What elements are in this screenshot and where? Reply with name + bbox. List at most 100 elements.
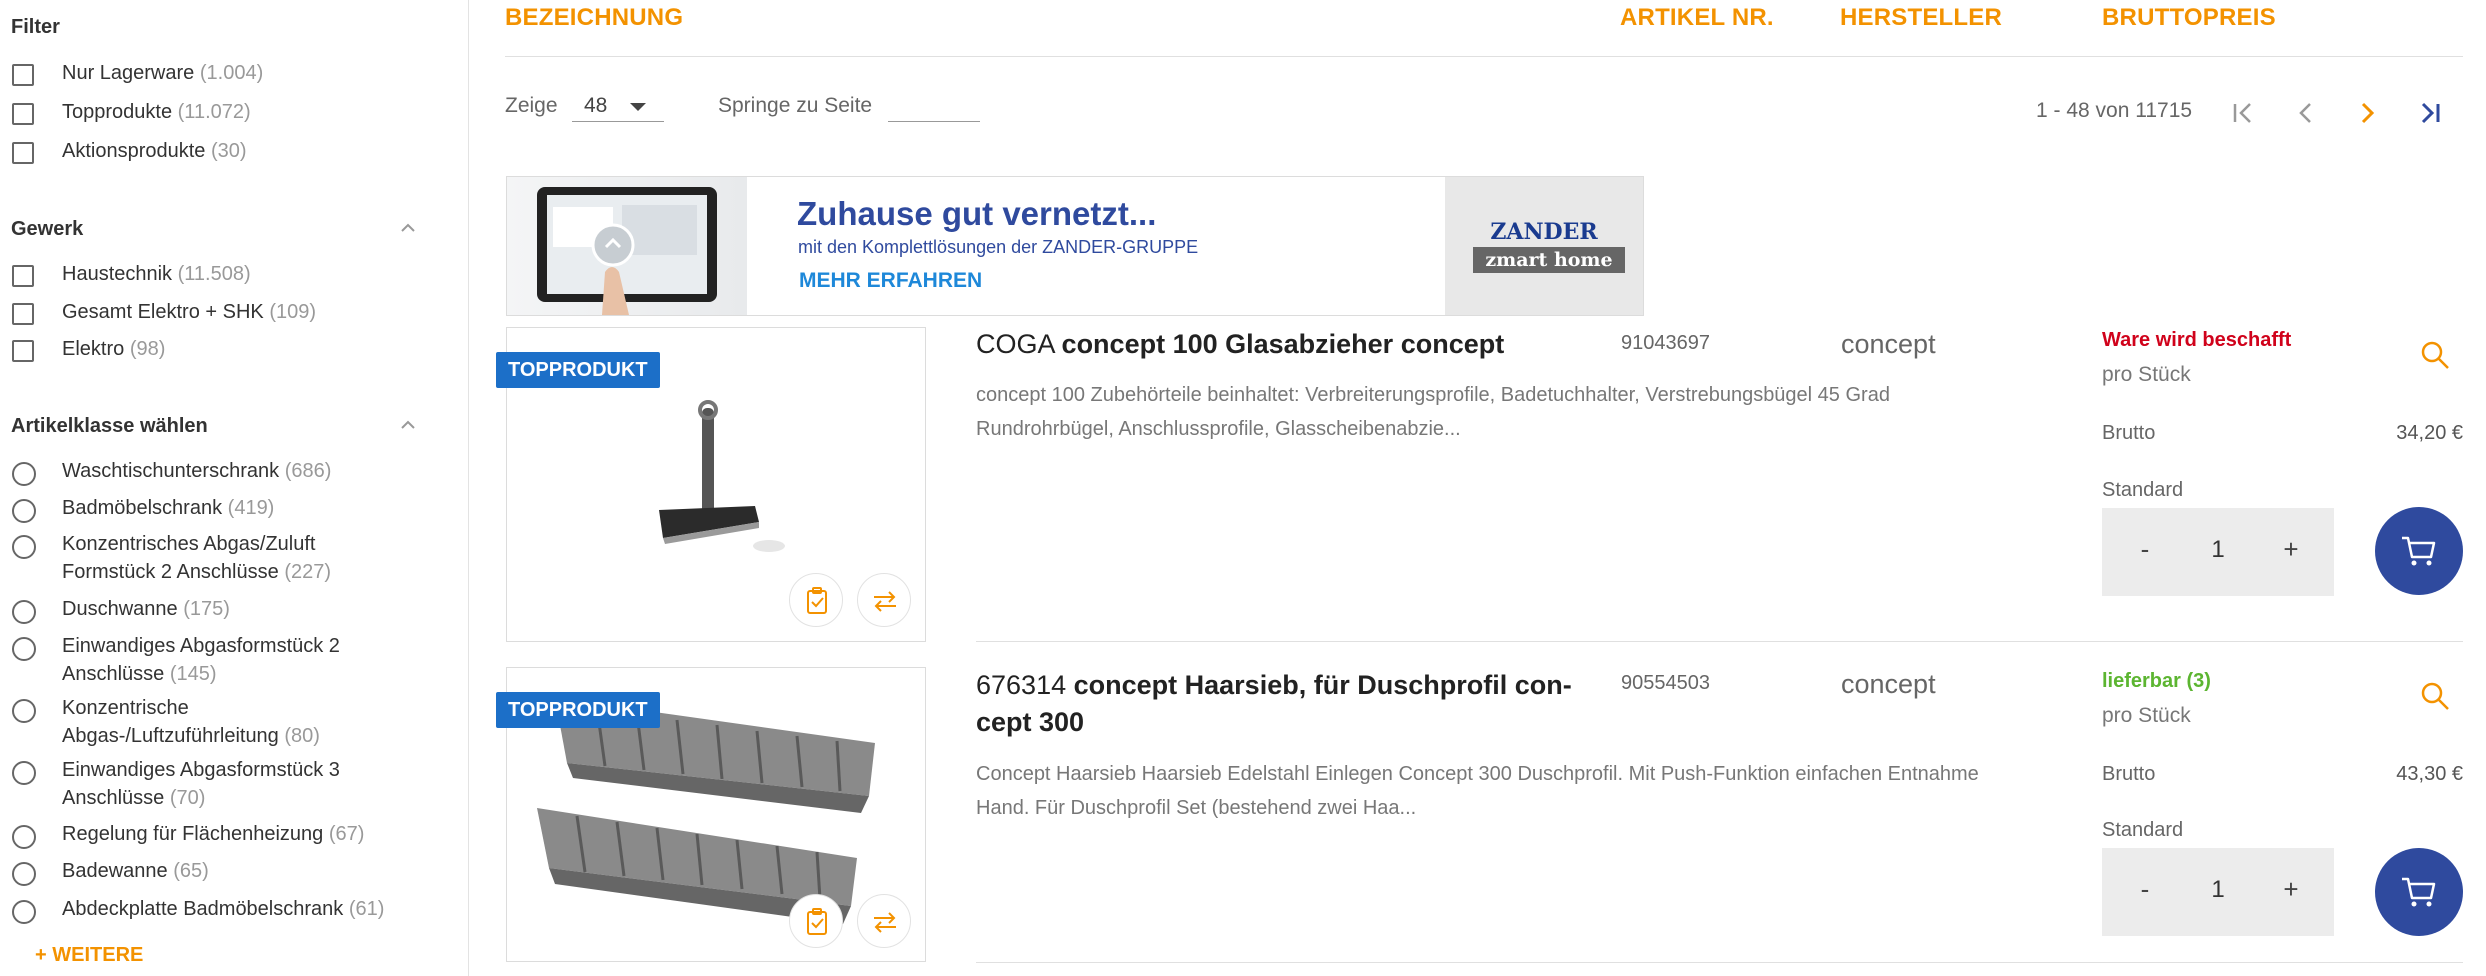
filter-label: Abdeckplatte Badmöbelschrank (62, 898, 344, 920)
filter-count: (80) (284, 725, 320, 747)
banner-cta-link[interactable]: MEHR ERFAHREN (799, 269, 982, 293)
radio-button[interactable] (12, 699, 36, 723)
filter-sidebar: Filter Nur Lagerware (1.004) Topprodukte… (0, 0, 469, 976)
add-to-list-button[interactable] (789, 573, 843, 627)
standard-label: Standard (2102, 819, 2184, 841)
filter-label: Aktionsprodukte (62, 140, 206, 162)
compare-button[interactable] (857, 894, 911, 948)
filter-count: (109) (269, 301, 317, 323)
product-title[interactable]: COGA concept 100 Glasabzieher concept (976, 326, 1586, 363)
product-description: Concept Haarsieb Haarsieb Edelstahl Einl… (976, 763, 1979, 819)
manufacturer: concept (1841, 669, 1936, 699)
filter-count: (11.508) (177, 263, 251, 285)
unit-label: pro Stück (2102, 704, 2191, 727)
banner-image (507, 177, 747, 315)
compare-arrows-icon (874, 591, 896, 612)
show-label: Zeige (505, 94, 558, 117)
quantity-stepper[interactable]: - 1 + (2102, 508, 2334, 596)
radio-button[interactable] (12, 862, 36, 886)
filter-label: Haustechnik (62, 263, 173, 285)
add-to-cart-button[interactable] (2375, 507, 2463, 595)
compare-arrows-icon (874, 912, 896, 933)
filter-count: (145) (169, 663, 217, 685)
availability-status: Ware wird beschafft (2102, 329, 2292, 351)
filter-label: Regelung für Flächenheizung (62, 823, 324, 845)
qty-value[interactable]: 1 (2182, 876, 2254, 904)
clipboard-check-icon (807, 587, 827, 614)
product-description: concept 100 Zubehörteile beinhaltet: Ver… (976, 384, 1890, 440)
radio-button[interactable] (12, 900, 36, 924)
artikelklasse-section-title: Artikelklasse wählen (11, 415, 208, 437)
chevron-up-icon[interactable] (400, 417, 416, 433)
filter-label: Badewanne (62, 860, 168, 882)
more-filters-link[interactable]: + WEITERE (35, 944, 143, 967)
filter-count: (686) (284, 460, 332, 482)
quantity-stepper[interactable]: - 1 + (2102, 848, 2334, 936)
radio-button[interactable] (12, 462, 36, 486)
filter-label: Gesamt Elektro + SHK (62, 301, 264, 323)
price: 34,20 € (2396, 422, 2463, 444)
search-icon[interactable] (2418, 338, 2452, 372)
topprodukt-badge: TOPPRODUKT (496, 352, 660, 388)
filter-count: (1.004) (199, 62, 264, 84)
first-page-icon[interactable] (2226, 96, 2260, 130)
prev-page-icon[interactable] (2289, 96, 2323, 130)
add-to-list-button[interactable] (789, 894, 843, 948)
topprodukt-badge: TOPPRODUKT (496, 692, 660, 728)
promo-banner[interactable]: Zuhause gut vernetzt... mit den Komplett… (506, 176, 1644, 316)
price: 43,30 € (2396, 763, 2463, 785)
jump-to-page-input[interactable] (888, 90, 980, 122)
header-artikel-nr[interactable]: ARTIKEL NR. (1620, 4, 1774, 32)
qty-decrease-button[interactable]: - (2125, 874, 2165, 905)
radio-button[interactable] (12, 825, 36, 849)
filter-label: Badmöbelschrank (62, 497, 223, 519)
filter-label: Waschtischunterschrank (62, 460, 280, 482)
qty-increase-button[interactable]: + (2271, 534, 2311, 565)
radio-button[interactable] (12, 637, 36, 661)
divider (976, 641, 2463, 642)
checkbox[interactable] (12, 103, 34, 125)
filter-label: Duschwanne (62, 598, 178, 620)
divider (505, 56, 2463, 57)
checkbox[interactable] (12, 142, 34, 164)
chevron-up-icon[interactable] (400, 220, 416, 236)
brutto-label: Brutto (2102, 763, 2156, 785)
filter-count: (67) (328, 823, 365, 845)
compare-button[interactable] (857, 573, 911, 627)
product-title-main: concept Haarsieb, für Duschprofil con-ce… (976, 670, 1572, 737)
next-page-icon[interactable] (2350, 96, 2384, 130)
filter-count: (419) (227, 497, 275, 519)
checkbox[interactable] (12, 64, 34, 86)
filter-count: (11.072) (177, 101, 251, 123)
qty-increase-button[interactable]: + (2271, 874, 2311, 905)
qty-decrease-button[interactable]: - (2125, 534, 2165, 565)
page-size-select[interactable]: 48 (572, 88, 664, 122)
cart-icon (2402, 536, 2436, 566)
qty-value[interactable]: 1 (2182, 536, 2254, 564)
cart-icon (2402, 877, 2436, 907)
banner-title: Zuhause gut vernetzt... (797, 195, 1157, 232)
radio-button[interactable] (12, 499, 36, 523)
product-title-prefix: 676314 (976, 670, 1067, 700)
checkbox[interactable] (12, 340, 34, 362)
filter-label: Konzentrisches Abgas/Zuluft Formstück 2 … (62, 533, 316, 583)
checkbox[interactable] (12, 265, 34, 287)
search-icon[interactable] (2418, 679, 2452, 713)
filter-label: Nur Lagerware (62, 62, 195, 84)
article-number: 91043697 (1621, 332, 1710, 354)
banner-subtitle: mit den Komplettlösungen der ZANDER-GRUP… (798, 237, 1199, 257)
radio-button[interactable] (12, 535, 36, 559)
filter-label: Topprodukte (62, 101, 173, 123)
radio-button[interactable] (12, 600, 36, 624)
add-to-cart-button[interactable] (2375, 848, 2463, 936)
checkbox[interactable] (12, 303, 34, 325)
product-title[interactable]: 676314 concept Haarsieb, für Duschprofil… (976, 667, 1576, 741)
jump-label: Springe zu Seite (718, 94, 873, 117)
radio-button[interactable] (12, 761, 36, 785)
last-page-icon[interactable] (2413, 96, 2447, 130)
header-bezeichnung[interactable]: BEZEICHNUNG (505, 4, 683, 32)
header-bruttopreis[interactable]: BRUTTOPREIS (2102, 4, 2276, 32)
header-hersteller[interactable]: HERSTELLER (1840, 4, 2002, 32)
filter-label: Konzentrische Abgas-/Luftzuführleitung (62, 697, 279, 747)
filter-label: Elektro (62, 338, 125, 360)
